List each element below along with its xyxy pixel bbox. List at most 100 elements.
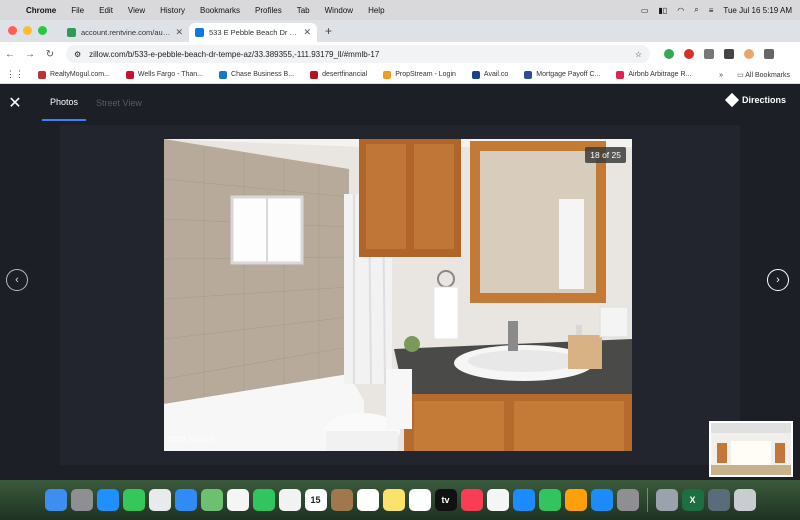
directions-label: Directions: [741, 95, 786, 105]
back-icon[interactable]: ←: [0, 49, 20, 60]
menu-file[interactable]: File: [71, 6, 84, 15]
news-icon[interactable]: [486, 489, 509, 511]
keynote-icon[interactable]: [512, 489, 535, 511]
extensions-area: [664, 49, 774, 59]
bookmark-favicon-icon: [471, 70, 480, 79]
browser-tab-rentvine[interactable]: account.rentvine.com/auth/lo ✕: [61, 23, 189, 42]
calendar-icon[interactable]: 15: [304, 489, 327, 511]
next-photo-button[interactable]: ›: [767, 269, 789, 291]
excel-icon[interactable]: X: [681, 489, 704, 511]
menu-tab[interactable]: Tab: [297, 6, 310, 15]
all-bookmarks-button[interactable]: ▭ All Bookmarks: [737, 71, 790, 79]
mail-icon[interactable]: [174, 489, 197, 511]
notes-folder-icon[interactable]: [330, 489, 353, 511]
profile-avatar-icon[interactable]: [744, 49, 754, 59]
apps-grid-icon[interactable]: ⋮⋮: [6, 69, 24, 80]
music-icon[interactable]: [460, 489, 483, 511]
rentvine-favicon-icon: [67, 28, 76, 37]
message-status-icon[interactable]: ▭: [641, 6, 649, 15]
bookmark-favicon-icon: [38, 70, 46, 79]
close-tab-icon[interactable]: ✕: [303, 27, 311, 38]
browser-tab-strip: account.rentvine.com/auth/lo ✕ 533 E Peb…: [0, 20, 800, 42]
copyright-watermark: 2023 ARMLS: [168, 435, 216, 444]
more-bookmarks-button[interactable]: »: [719, 72, 723, 79]
bookmarks-bar-right: » ▭ All Bookmarks: [719, 66, 790, 84]
quicktime-icon[interactable]: [707, 489, 730, 511]
bookmark-label: Airbnb Arbitrage R...: [628, 71, 692, 78]
bookmark-item[interactable]: Mortgage Payoff C...: [524, 70, 600, 79]
chrome-icon[interactable]: [148, 489, 171, 511]
lightbox-header: ✕ Photos Street View Directions: [0, 85, 800, 121]
tab-title: 533 E Pebble Beach Dr Tempe: [209, 28, 298, 37]
tab-street-view[interactable]: Street View: [96, 98, 142, 108]
previous-photo-button[interactable]: ‹: [6, 269, 28, 291]
bookmark-item[interactable]: PropStream - Login: [383, 70, 456, 79]
preview-icon[interactable]: [655, 489, 678, 511]
battery-icon[interactable]: ▮▯: [658, 6, 667, 15]
zoom-window-button[interactable]: [38, 26, 47, 35]
safari-icon[interactable]: [96, 489, 119, 511]
site-info-icon[interactable]: ⚙: [74, 50, 81, 59]
tab-photos[interactable]: Photos: [42, 85, 87, 121]
bookmark-label: PropStream - Login: [395, 71, 456, 78]
chrome-extension-icon[interactable]: [664, 49, 674, 59]
puzzle-extensions-icon[interactable]: [704, 49, 714, 59]
facetime-icon[interactable]: [252, 489, 275, 511]
listing-photo[interactable]: 18 of 25 2023 ARMLS: [164, 139, 632, 451]
window-controls: [8, 26, 47, 35]
system-settings-icon[interactable]: [616, 489, 639, 511]
freeform-icon[interactable]: [408, 489, 431, 511]
menu-bookmarks[interactable]: Bookmarks: [200, 6, 240, 15]
picture-in-picture-thumbnail[interactable]: [709, 421, 793, 477]
address-url[interactable]: zillow.com/b/533-e-pebble-beach-dr-tempe…: [89, 50, 627, 59]
close-tab-icon[interactable]: ✕: [175, 27, 183, 38]
app-store-icon[interactable]: [590, 489, 613, 511]
thumbnail-preview-icon: [711, 423, 791, 475]
minimize-window-button[interactable]: [23, 26, 32, 35]
browser-tab-zillow[interactable]: 533 E Pebble Beach Dr Tempe ✕: [189, 23, 317, 42]
spotlight-icon[interactable]: ⌕: [694, 5, 698, 15]
maps-icon[interactable]: [200, 489, 223, 511]
menu-window[interactable]: Window: [325, 6, 353, 15]
control-center-icon[interactable]: ≡: [709, 6, 714, 15]
new-tab-icon[interactable]: +: [325, 24, 332, 38]
finder-icon[interactable]: [44, 489, 67, 511]
directions-button[interactable]: Directions: [724, 92, 786, 108]
chrome-menu-icon[interactable]: [764, 49, 774, 59]
red-extension-icon[interactable]: [684, 49, 694, 59]
close-window-button[interactable]: [8, 26, 17, 35]
clock-icon[interactable]: [278, 489, 301, 511]
side-panel-icon[interactable]: [724, 49, 734, 59]
wifi-icon[interactable]: ◠: [677, 6, 684, 15]
bookmark-item[interactable]: Avail.co: [471, 70, 508, 79]
bookmark-star-icon[interactable]: ☆: [635, 50, 642, 59]
bookmark-item[interactable]: Wells Fargo - Than...: [125, 70, 204, 79]
bookmarks-bar: ⋮⋮ RealtyMogul.com... Wells Fargo - Than…: [0, 66, 800, 84]
close-lightbox-icon[interactable]: ✕: [0, 93, 30, 113]
messages-icon[interactable]: [122, 489, 145, 511]
forward-icon[interactable]: →: [20, 49, 40, 60]
menu-app-name[interactable]: Chrome: [26, 6, 56, 15]
bookmark-item[interactable]: Airbnb Arbitrage R...: [616, 70, 692, 79]
chevron-left-icon: ‹: [15, 274, 19, 286]
bookmark-item[interactable]: desertfinancial: [310, 70, 367, 79]
photos-icon[interactable]: [226, 489, 249, 511]
pages-icon[interactable]: [564, 489, 587, 511]
notes-icon[interactable]: [382, 489, 405, 511]
reminders-icon[interactable]: [356, 489, 379, 511]
clock-datetime[interactable]: Tue Jul 16 5:19 AM: [723, 6, 792, 15]
trash-icon[interactable]: [733, 489, 756, 511]
numbers-icon[interactable]: [538, 489, 561, 511]
bookmark-item[interactable]: RealtyMogul.com...: [38, 70, 110, 79]
reload-icon[interactable]: ↻: [40, 49, 60, 60]
tv-icon[interactable]: tv: [434, 489, 457, 511]
menu-profiles[interactable]: Profiles: [255, 6, 282, 15]
bookmark-label: Wells Fargo - Than...: [137, 71, 204, 78]
menu-view[interactable]: View: [128, 6, 145, 15]
menu-history[interactable]: History: [160, 6, 185, 15]
menu-edit[interactable]: Edit: [99, 6, 113, 15]
menu-help[interactable]: Help: [368, 6, 384, 15]
address-bar[interactable]: ⚙ zillow.com/b/533-e-pebble-beach-dr-tem…: [66, 45, 650, 63]
launchpad-icon[interactable]: [70, 489, 93, 511]
bookmark-item[interactable]: Chase Business B...: [219, 70, 294, 79]
